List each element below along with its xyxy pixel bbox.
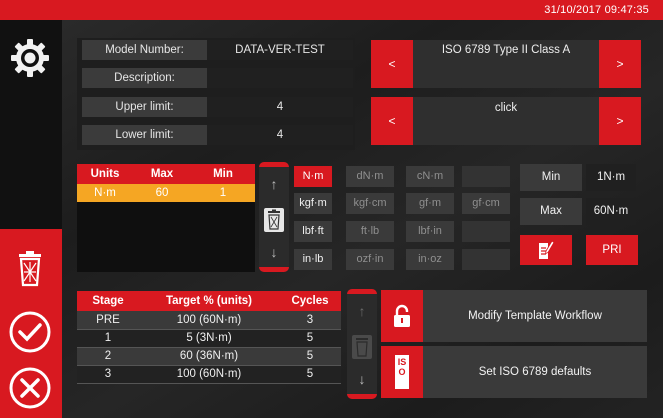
unit-grid-empty xyxy=(462,221,510,242)
check-circle-icon[interactable] xyxy=(6,308,54,356)
unit-option[interactable]: in·lb xyxy=(294,249,332,270)
gear-icon[interactable] xyxy=(6,34,54,82)
table-cell: 100 (60N·m) xyxy=(139,365,279,384)
units-table: Units Max Min N·m 60 1 xyxy=(77,164,255,202)
mode-value: click xyxy=(494,102,518,114)
stage-move-up-button[interactable]: ↑ xyxy=(347,299,377,323)
unit-option[interactable]: cN·m xyxy=(406,166,454,187)
unit-option[interactable]: kgf·cm xyxy=(346,193,394,214)
table-cell: 3 xyxy=(279,311,341,330)
modify-template-workflow-button[interactable]: Modify Template Workflow xyxy=(423,290,647,342)
trash-icon[interactable] xyxy=(259,203,289,237)
table-cell: 5 xyxy=(279,365,341,384)
table-cell: 60 xyxy=(133,184,191,202)
table-row[interactable]: PRE 100 (60N·m) 3 xyxy=(77,311,341,330)
model-number-label: Model Number: xyxy=(82,40,207,60)
iso-icon-text: ISO xyxy=(395,355,409,389)
trash-icon[interactable] xyxy=(6,245,54,293)
sidebar xyxy=(0,20,62,418)
stage-table: Stage Target % (units) Cycles PRE 100 (6… xyxy=(77,291,341,384)
iso-icon[interactable]: ISO xyxy=(381,346,423,398)
units-move-down-button[interactable]: ↓ xyxy=(259,240,289,264)
table-cell: 5 xyxy=(279,329,341,348)
table-cell: 3 xyxy=(77,365,139,384)
table-cell: 5 xyxy=(279,347,341,366)
max-label: Max xyxy=(520,198,582,225)
rail-cap xyxy=(347,394,377,399)
column-header: Min xyxy=(191,164,255,184)
rail-cap xyxy=(347,289,377,294)
unit-option[interactable]: ft·lb xyxy=(346,221,394,242)
rail-cap xyxy=(259,267,289,272)
column-header: Units xyxy=(77,164,133,184)
lower-limit-label: Lower limit: xyxy=(82,125,207,145)
unit-grid-empty xyxy=(462,249,510,270)
table-row[interactable]: 2 60 (36N·m) 5 xyxy=(77,347,341,366)
min-label: Min xyxy=(520,164,582,191)
max-value: 60N·m xyxy=(586,198,636,225)
edit-document-icon[interactable] xyxy=(520,235,572,265)
standard-value: ISO 6789 Type II Class A xyxy=(441,44,571,56)
model-number-field[interactable]: DATA-VER-TEST xyxy=(207,40,353,60)
units-table-body xyxy=(77,202,255,272)
table-row[interactable]: N·m 60 1 xyxy=(77,184,255,202)
min-value: 1N·m xyxy=(586,164,636,191)
pri-button[interactable]: PRI xyxy=(586,235,638,265)
unlock-icon[interactable] xyxy=(381,290,423,342)
unit-option[interactable]: in·oz xyxy=(406,249,454,270)
standard-prev-button[interactable]: < xyxy=(371,40,413,88)
lower-limit-field[interactable]: 4 xyxy=(207,125,353,145)
table-cell: 1 xyxy=(191,184,255,202)
table-cell: N·m xyxy=(77,184,133,202)
column-header: Max xyxy=(133,164,191,184)
x-circle-icon[interactable] xyxy=(6,364,54,412)
table-cell: 2 xyxy=(77,347,139,366)
set-iso-defaults-button[interactable]: Set ISO 6789 defaults xyxy=(423,346,647,398)
unit-option[interactable]: gf·m xyxy=(406,193,454,214)
description-label: Description: xyxy=(82,68,207,88)
table-cell: PRE xyxy=(77,311,139,330)
unit-option[interactable]: dN·m xyxy=(346,166,394,187)
table-row[interactable]: 3 100 (60N·m) 5 xyxy=(77,365,341,384)
unit-grid-empty xyxy=(462,166,510,187)
trash-icon[interactable] xyxy=(347,330,377,364)
mode-prev-button[interactable]: < xyxy=(371,97,413,145)
upper-limit-field[interactable]: 4 xyxy=(207,97,353,117)
unit-option[interactable]: gf·cm xyxy=(462,193,510,214)
table-cell: 60 (36N·m) xyxy=(139,347,279,366)
stage-move-down-button[interactable]: ↓ xyxy=(347,367,377,391)
table-cell: 5 (3N·m) xyxy=(139,329,279,348)
standard-next-button[interactable]: > xyxy=(599,40,641,88)
description-field[interactable] xyxy=(207,68,353,88)
column-header: Cycles xyxy=(279,291,341,311)
unit-option[interactable]: N·m xyxy=(294,166,332,187)
upper-limit-label: Upper limit: xyxy=(82,97,207,117)
table-row[interactable]: 1 5 (3N·m) 5 xyxy=(77,329,341,348)
unit-option[interactable]: kgf·m xyxy=(294,193,332,214)
table-cell: 100 (60N·m) xyxy=(139,311,279,330)
column-header: Target % (units) xyxy=(139,291,279,311)
status-bar: 31/10/2017 09:47:35 xyxy=(0,0,663,20)
rail-cap xyxy=(259,162,289,167)
unit-option[interactable]: lbf·ft xyxy=(294,221,332,242)
units-move-up-button[interactable]: ↑ xyxy=(259,172,289,196)
column-header: Stage xyxy=(77,291,139,311)
datetime: 31/10/2017 09:47:35 xyxy=(544,4,649,16)
mode-next-button[interactable]: > xyxy=(599,97,641,145)
table-cell: 1 xyxy=(77,329,139,348)
unit-option[interactable]: ozf·in xyxy=(346,249,394,270)
unit-option[interactable]: lbf·in xyxy=(406,221,454,242)
sidebar-action-panel xyxy=(0,229,62,418)
